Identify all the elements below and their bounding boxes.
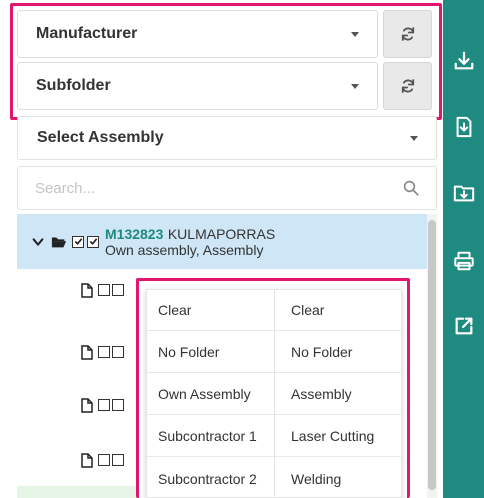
search-icon[interactable] <box>402 179 420 197</box>
external-link-icon <box>455 317 472 335</box>
checkbox[interactable] <box>112 454 124 466</box>
checkbox-checked[interactable] <box>72 235 84 248</box>
checkbox[interactable] <box>98 399 110 411</box>
checkbox[interactable] <box>98 454 110 466</box>
file-icon <box>81 344 93 360</box>
search-box <box>17 166 437 210</box>
assembly-name: KULMAPORRAS <box>167 225 276 242</box>
menu-item-no-folder[interactable]: No Folder <box>275 332 402 373</box>
file-icon <box>81 452 93 468</box>
menu-item-subcontractor-2[interactable]: Subcontractor 2 <box>147 458 274 498</box>
checkbox[interactable] <box>112 346 124 358</box>
search-input[interactable] <box>18 167 398 209</box>
tree-child-row[interactable] <box>81 450 126 470</box>
download-folder-icon <box>453 185 474 202</box>
menu-item-laser-cutting[interactable]: Laser Cutting <box>275 416 402 457</box>
download-button[interactable] <box>443 44 484 78</box>
folder-context-menu: Clear No Folder Own Assembly Subcontract… <box>146 289 402 498</box>
import-file-icon <box>456 116 471 138</box>
checkmark-icon <box>74 238 82 245</box>
print-icon <box>453 251 474 271</box>
chevron-down-icon <box>351 32 359 37</box>
manufacturer-refresh-button[interactable] <box>383 10 432 58</box>
open-external-button[interactable] <box>443 309 484 343</box>
right-toolbar <box>443 0 484 498</box>
chevron-down-icon[interactable] <box>31 235 45 249</box>
menu-item-no-folder[interactable]: No Folder <box>147 332 274 373</box>
manufacturer-select[interactable]: Manufacturer <box>17 10 378 58</box>
download-icon <box>454 51 473 70</box>
scrollbar-thumb[interactable] <box>428 220 436 490</box>
menu-column-manufacturer: Clear No Folder Own Assembly Subcontract… <box>147 290 275 498</box>
tree-child-row[interactable] <box>81 395 126 415</box>
tree-scrollbar[interactable] <box>427 214 437 498</box>
checkbox[interactable] <box>112 284 124 296</box>
checkbox[interactable] <box>98 284 110 296</box>
file-icon <box>81 282 93 298</box>
tree-row-selected[interactable]: M132823 KULMAPORRAS Own assembly, Assemb… <box>17 214 427 269</box>
subfolder-select-label: Subfolder <box>36 77 111 94</box>
checkbox[interactable] <box>112 399 124 411</box>
menu-item-clear[interactable]: Clear <box>147 290 274 331</box>
menu-column-subfolder: Clear No Folder Assembly Laser Cutting W… <box>275 290 403 498</box>
download-folder-button[interactable] <box>443 176 484 210</box>
assembly-subtitle: Own assembly, Assembly <box>105 241 264 258</box>
chevron-down-icon <box>410 136 418 141</box>
refresh-icon <box>401 79 414 93</box>
menu-item-clear[interactable]: Clear <box>275 290 402 331</box>
tree-child-row[interactable] <box>81 342 126 362</box>
select-assembly-label: Select Assembly <box>37 129 164 146</box>
refresh-icon <box>401 27 414 41</box>
menu-item-assembly[interactable]: Assembly <box>275 374 402 415</box>
checkbox-checked[interactable] <box>87 235 99 248</box>
menu-item-subcontractor-1[interactable]: Subcontractor 1 <box>147 416 274 457</box>
checkmark-icon <box>89 238 97 245</box>
import-file-button[interactable] <box>443 110 484 144</box>
tree-child-row[interactable] <box>81 280 126 300</box>
folder-open-icon <box>51 237 67 247</box>
chevron-down-icon <box>351 84 359 89</box>
file-icon <box>81 397 93 413</box>
select-assembly-dropdown[interactable]: Select Assembly <box>17 116 437 160</box>
print-button[interactable] <box>443 244 484 278</box>
highlight-frame-menu: Clear No Folder Own Assembly Subcontract… <box>136 278 410 498</box>
menu-item-welding[interactable]: Welding <box>275 458 402 498</box>
menu-item-own-assembly[interactable]: Own Assembly <box>147 374 274 415</box>
tree-row-text: M132823 KULMAPORRAS Own assembly, Assemb… <box>105 227 275 257</box>
subfolder-refresh-button[interactable] <box>383 62 432 110</box>
subfolder-select[interactable]: Subfolder <box>17 62 378 110</box>
tree-row-highlight <box>17 486 137 498</box>
manufacturer-select-label: Manufacturer <box>36 25 138 42</box>
assembly-panel: Manufacturer Subfolder Select Assembly S… <box>0 0 443 498</box>
checkbox[interactable] <box>98 346 110 358</box>
assembly-code: M132823 <box>105 225 164 242</box>
